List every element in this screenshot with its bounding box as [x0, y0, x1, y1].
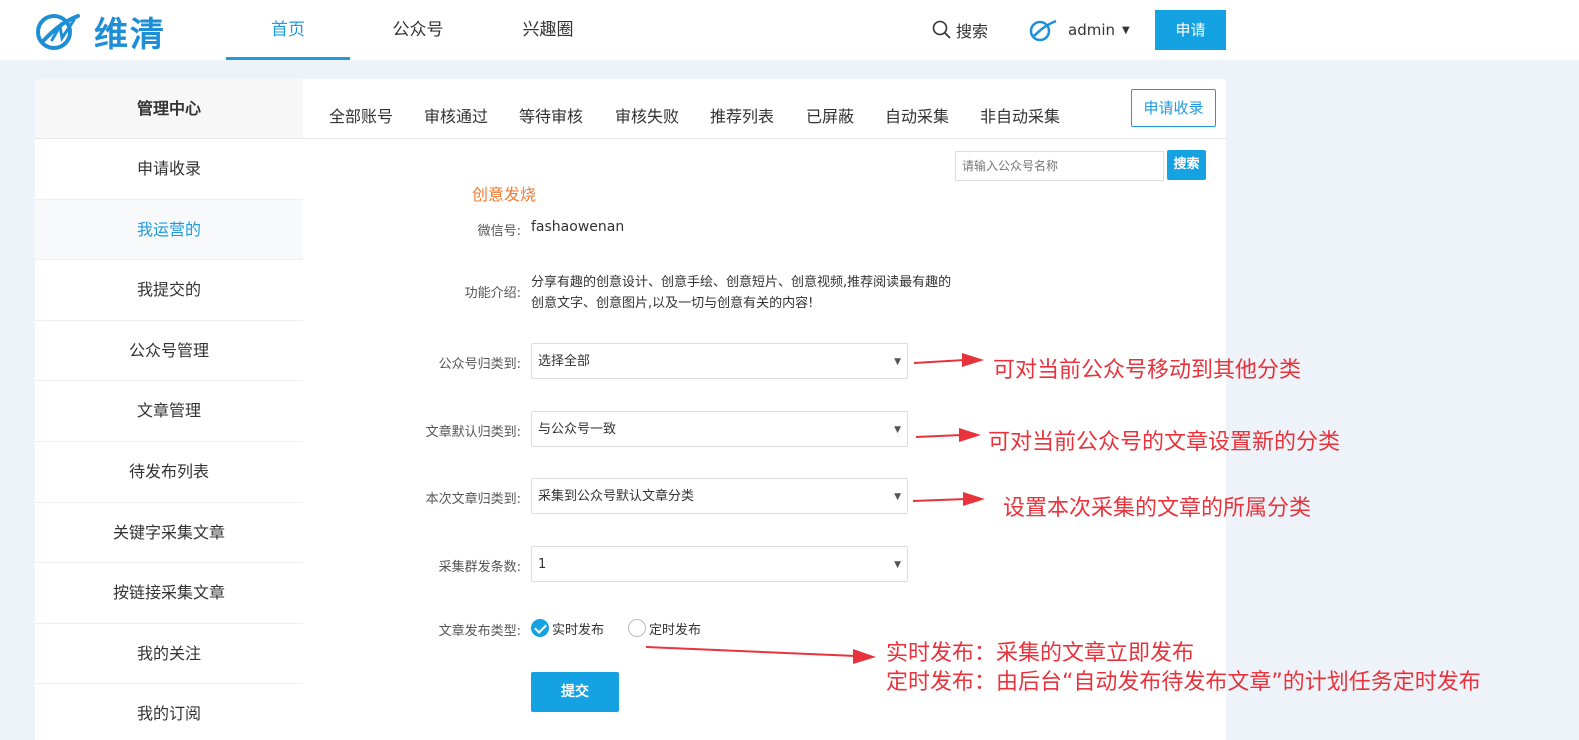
- sidebar-item-apply-collect[interactable]: 申请收录: [35, 139, 303, 200]
- count-label: 采集群发条数:: [438, 560, 521, 575]
- tab-auto-collect[interactable]: 自动采集: [885, 103, 949, 127]
- submit-button[interactable]: 提交: [531, 672, 619, 712]
- user-name: admin: [1068, 21, 1115, 39]
- publish-type-radios: 实时发布 定时发布: [531, 617, 725, 639]
- logo-icon: [36, 14, 80, 50]
- sidebar-item-pending-publish[interactable]: 待发布列表: [35, 442, 303, 503]
- filter-tabs: 全部账号 审核通过 等待审核 审核失败 推荐列表 已屏蔽 自动采集 非自动采集 …: [303, 79, 1226, 139]
- sidebar-item-my-follows[interactable]: 我的关注: [35, 624, 303, 685]
- article-default-select-value: 与公众号一致: [538, 422, 617, 437]
- chevron-down-icon: ▼: [894, 357, 901, 367]
- search-icon: [932, 20, 951, 39]
- header-search-label: 搜索: [956, 22, 989, 41]
- sidebar-title: 管理中心: [35, 79, 303, 139]
- intro-value: 分享有趣的创意设计、创意手绘、创意短片、创意视频,推荐阅读最有趣的创意文字、创意…: [531, 275, 952, 311]
- tab-all-accounts[interactable]: 全部账号: [329, 103, 393, 127]
- annotation-scheduled: 定时发布：由后台“自动发布待发布文章”的计划任务定时发布: [886, 670, 1481, 695]
- chevron-down-icon: ▼: [894, 425, 901, 435]
- tab-pending[interactable]: 等待审核: [519, 103, 583, 127]
- realtime-radio-label[interactable]: 实时发布: [552, 619, 604, 638]
- sidebar-item-my-submitted[interactable]: 我提交的: [35, 260, 303, 321]
- scheduled-radio[interactable]: [628, 619, 647, 637]
- article-this-label: 本次文章归类到:: [425, 492, 521, 507]
- annotation-article-this: 设置本次采集的文章的所属分类: [1003, 496, 1312, 521]
- nav-home[interactable]: 首页: [226, 0, 350, 60]
- main-nav: 首页 公众号 兴趣圈: [226, 0, 616, 60]
- tab-rejected[interactable]: 审核失败: [615, 103, 679, 127]
- tab-recommended[interactable]: 推荐列表: [710, 103, 774, 127]
- sidebar-item-my-subscriptions[interactable]: 我的订阅: [35, 684, 303, 740]
- sidebar-item-keyword-collect[interactable]: 关键字采集文章: [35, 503, 303, 564]
- logo-text: 维清: [94, 14, 166, 55]
- sidebar-item-account-management[interactable]: 公众号管理: [35, 321, 303, 382]
- count-select-value: 1: [538, 557, 547, 572]
- article-default-label: 文章默认归类到:: [425, 425, 521, 440]
- chevron-down-icon: ▼: [894, 492, 901, 502]
- apply-collect-button[interactable]: 申请收录: [1131, 89, 1216, 127]
- article-this-select[interactable]: 采集到公众号默认文章分类 ▼: [531, 478, 908, 514]
- annotation-realtime: 实时发布：采集的文章立即发布: [886, 641, 1195, 666]
- publish-type-label: 文章发布类型:: [438, 624, 521, 639]
- wechat-value: fashaowenan: [531, 219, 625, 235]
- account-name: 创意发烧: [472, 185, 537, 204]
- sidebar-item-my-operated[interactable]: 我运营的: [35, 199, 303, 261]
- intro-label: 功能介绍:: [464, 286, 521, 301]
- category-select[interactable]: 选择全部 ▼: [531, 343, 908, 379]
- account-search-input[interactable]: [955, 151, 1164, 181]
- caret-down-icon: ▼: [1122, 24, 1130, 36]
- tab-approved[interactable]: 审核通过: [424, 103, 488, 127]
- category-label: 公众号归类到:: [438, 357, 521, 372]
- site-logo[interactable]: 维清: [34, 10, 166, 55]
- chevron-down-icon: ▼: [894, 560, 901, 570]
- nav-interest-circle[interactable]: 兴趣圈: [486, 0, 610, 60]
- sidebar-item-article-management[interactable]: 文章管理: [35, 381, 303, 442]
- tab-blocked[interactable]: 已屏蔽: [806, 103, 854, 127]
- article-default-select[interactable]: 与公众号一致 ▼: [531, 411, 908, 447]
- user-menu[interactable]: admin ▼: [1028, 16, 1130, 44]
- apply-button[interactable]: 申请: [1155, 10, 1226, 50]
- annotation-category: 可对当前公众号移动到其他分类: [993, 358, 1302, 383]
- nav-official-accounts[interactable]: 公众号: [356, 0, 480, 60]
- category-select-value: 选择全部: [538, 354, 591, 369]
- top-navigation-bar: 维清 首页 公众号 兴趣圈 搜索 admin ▼ 申请: [0, 0, 1579, 60]
- sidebar-item-link-collect[interactable]: 按链接采集文章: [35, 563, 303, 624]
- sidebar: 管理中心 申请收录 我运营的 我提交的 公众号管理 文章管理 待发布列表 关键字…: [35, 79, 303, 740]
- avatar: [1029, 19, 1057, 42]
- count-select[interactable]: 1 ▼: [531, 546, 908, 582]
- tab-non-auto-collect[interactable]: 非自动采集: [980, 103, 1060, 127]
- article-this-select-value: 采集到公众号默认文章分类: [538, 489, 695, 504]
- annotation-article-default: 可对当前公众号的文章设置新的分类: [988, 430, 1341, 455]
- header-search[interactable]: 搜索: [932, 18, 988, 42]
- account-search-button[interactable]: 搜索: [1167, 150, 1206, 180]
- realtime-radio[interactable]: [531, 619, 549, 637]
- scheduled-radio-label[interactable]: 定时发布: [649, 619, 701, 638]
- wechat-label: 微信号:: [477, 224, 521, 239]
